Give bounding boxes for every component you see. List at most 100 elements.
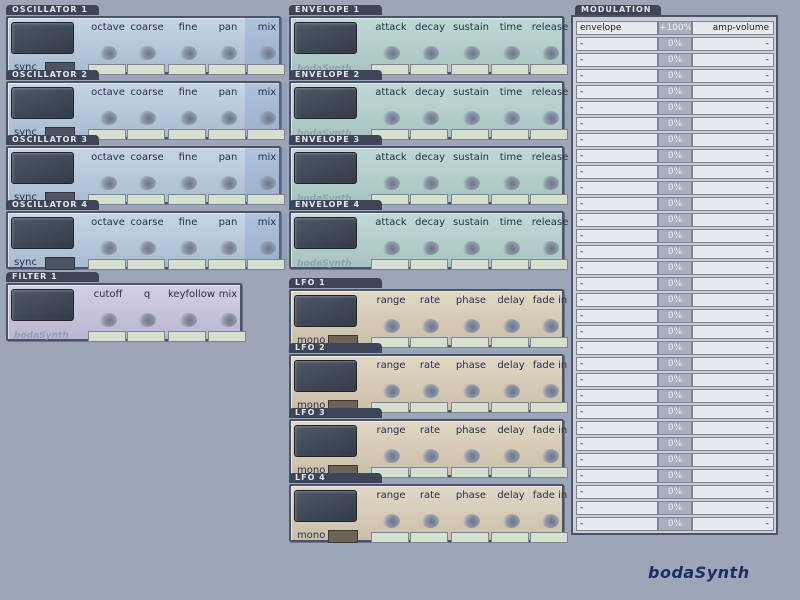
filter-1-mix-knob[interactable] [219, 313, 237, 327]
oscillator-2-mix-knob[interactable] [258, 111, 276, 125]
modulation-destination[interactable]: - [692, 69, 774, 83]
modulation-destination[interactable]: - [692, 373, 774, 387]
oscillator-4-sync-toggle[interactable] [45, 257, 75, 270]
oscillator-1-fine-value[interactable] [168, 64, 206, 75]
modulation-destination[interactable]: - [692, 181, 774, 195]
lfo-2-delay-knob[interactable] [502, 384, 520, 398]
modulation-amount[interactable]: 0% [658, 37, 692, 51]
modulation-destination[interactable]: - [692, 405, 774, 419]
modulation-source[interactable]: - [576, 213, 658, 227]
lfo-2-rate-knob[interactable] [421, 384, 439, 398]
envelope-1-time-value[interactable] [491, 64, 529, 75]
envelope-4-decay-value[interactable] [410, 259, 448, 270]
oscillator-3-fine-knob[interactable] [179, 176, 197, 190]
oscillator-2-coarse-knob[interactable] [138, 111, 156, 125]
lfo-1-fade-in-value[interactable] [530, 337, 568, 348]
oscillator-3-coarse-value[interactable] [127, 194, 165, 205]
envelope-4-release-knob[interactable] [541, 241, 559, 255]
oscillator-1-pan-value[interactable] [208, 64, 246, 75]
envelope-4-attack-value[interactable] [371, 259, 409, 270]
modulation-destination[interactable]: - [692, 517, 774, 531]
modulation-destination[interactable]: - [692, 133, 774, 147]
modulation-destination[interactable]: - [692, 197, 774, 211]
lfo-1-phase-value[interactable] [451, 337, 489, 348]
modulation-source[interactable]: - [576, 293, 658, 307]
oscillator-3-mix-value[interactable] [247, 194, 285, 205]
modulation-destination[interactable]: - [692, 85, 774, 99]
lfo-2-phase-value[interactable] [451, 402, 489, 413]
modulation-source[interactable]: - [576, 357, 658, 371]
modulation-amount[interactable]: 0% [658, 261, 692, 275]
modulation-amount[interactable]: 0% [658, 453, 692, 467]
lfo-3-delay-knob[interactable] [502, 449, 520, 463]
modulation-amount[interactable]: 0% [658, 117, 692, 131]
modulation-destination[interactable]: - [692, 453, 774, 467]
modulation-source[interactable]: - [576, 229, 658, 243]
modulation-amount[interactable]: 0% [658, 469, 692, 483]
modulation-amount[interactable]: 0% [658, 69, 692, 83]
modulation-destination[interactable]: - [692, 341, 774, 355]
envelope-2-release-knob[interactable] [541, 111, 559, 125]
lfo-3-phase-knob[interactable] [462, 449, 480, 463]
modulation-source[interactable]: - [576, 309, 658, 323]
envelope-4-time-knob[interactable] [502, 241, 520, 255]
lfo-3-rate-value[interactable] [410, 467, 448, 478]
envelope-3-sustain-value[interactable] [451, 194, 489, 205]
modulation-destination[interactable]: - [692, 261, 774, 275]
modulation-destination[interactable]: - [692, 309, 774, 323]
oscillator-2-pan-knob[interactable] [219, 111, 237, 125]
envelope-1-sustain-value[interactable] [451, 64, 489, 75]
oscillator-1-coarse-knob[interactable] [138, 46, 156, 60]
envelope-2-attack-knob[interactable] [382, 111, 400, 125]
modulation-amount[interactable]: 0% [658, 101, 692, 115]
envelope-4-sustain-value[interactable] [451, 259, 489, 270]
oscillator-4-mix-value[interactable] [247, 259, 285, 270]
modulation-source[interactable]: - [576, 405, 658, 419]
modulation-source[interactable]: - [576, 277, 658, 291]
envelope-3-time-knob[interactable] [502, 176, 520, 190]
lfo-4-range-knob[interactable] [382, 514, 400, 528]
modulation-amount[interactable]: 0% [658, 277, 692, 291]
modulation-amount[interactable]: 0% [658, 421, 692, 435]
lfo-4-rate-knob[interactable] [421, 514, 439, 528]
lfo-4-fade-in-value[interactable] [530, 532, 568, 543]
modulation-source[interactable]: - [576, 133, 658, 147]
oscillator-4-fine-value[interactable] [168, 259, 206, 270]
lfo-3-rate-knob[interactable] [421, 449, 439, 463]
lfo-2-range-knob[interactable] [382, 384, 400, 398]
oscillator-2-mix-value[interactable] [247, 129, 285, 140]
lfo-2-fade-in-value[interactable] [530, 402, 568, 413]
modulation-source[interactable]: - [576, 389, 658, 403]
modulation-source[interactable]: - [576, 37, 658, 51]
oscillator-2-pan-value[interactable] [208, 129, 246, 140]
envelope-2-time-knob[interactable] [502, 111, 520, 125]
filter-1-mix-value[interactable] [208, 331, 246, 342]
envelope-1-decay-knob[interactable] [421, 46, 439, 60]
envelope-2-decay-knob[interactable] [421, 111, 439, 125]
modulation-source[interactable]: - [576, 53, 658, 67]
filter-1-cutoff-knob[interactable] [99, 313, 117, 327]
lfo-2-delay-value[interactable] [491, 402, 529, 413]
modulation-destination[interactable]: - [692, 149, 774, 163]
modulation-amount[interactable]: 0% [658, 389, 692, 403]
lfo-4-fade-in-knob[interactable] [541, 514, 559, 528]
lfo-4-phase-knob[interactable] [462, 514, 480, 528]
modulation-destination[interactable]: amp-volume [692, 21, 774, 35]
modulation-amount[interactable]: 0% [658, 501, 692, 515]
modulation-source[interactable]: - [576, 485, 658, 499]
modulation-source[interactable]: - [576, 117, 658, 131]
modulation-destination[interactable]: - [692, 421, 774, 435]
modulation-source[interactable]: - [576, 437, 658, 451]
modulation-destination[interactable]: - [692, 389, 774, 403]
lfo-4-phase-value[interactable] [451, 532, 489, 543]
lfo-2-phase-knob[interactable] [462, 384, 480, 398]
modulation-destination[interactable]: - [692, 437, 774, 451]
envelope-3-decay-value[interactable] [410, 194, 448, 205]
modulation-amount[interactable]: 0% [658, 149, 692, 163]
oscillator-3-coarse-knob[interactable] [138, 176, 156, 190]
modulation-amount[interactable]: 0% [658, 229, 692, 243]
modulation-destination[interactable]: - [692, 37, 774, 51]
oscillator-1-fine-knob[interactable] [179, 46, 197, 60]
modulation-amount[interactable]: 0% [658, 181, 692, 195]
lfo-2-rate-value[interactable] [410, 402, 448, 413]
